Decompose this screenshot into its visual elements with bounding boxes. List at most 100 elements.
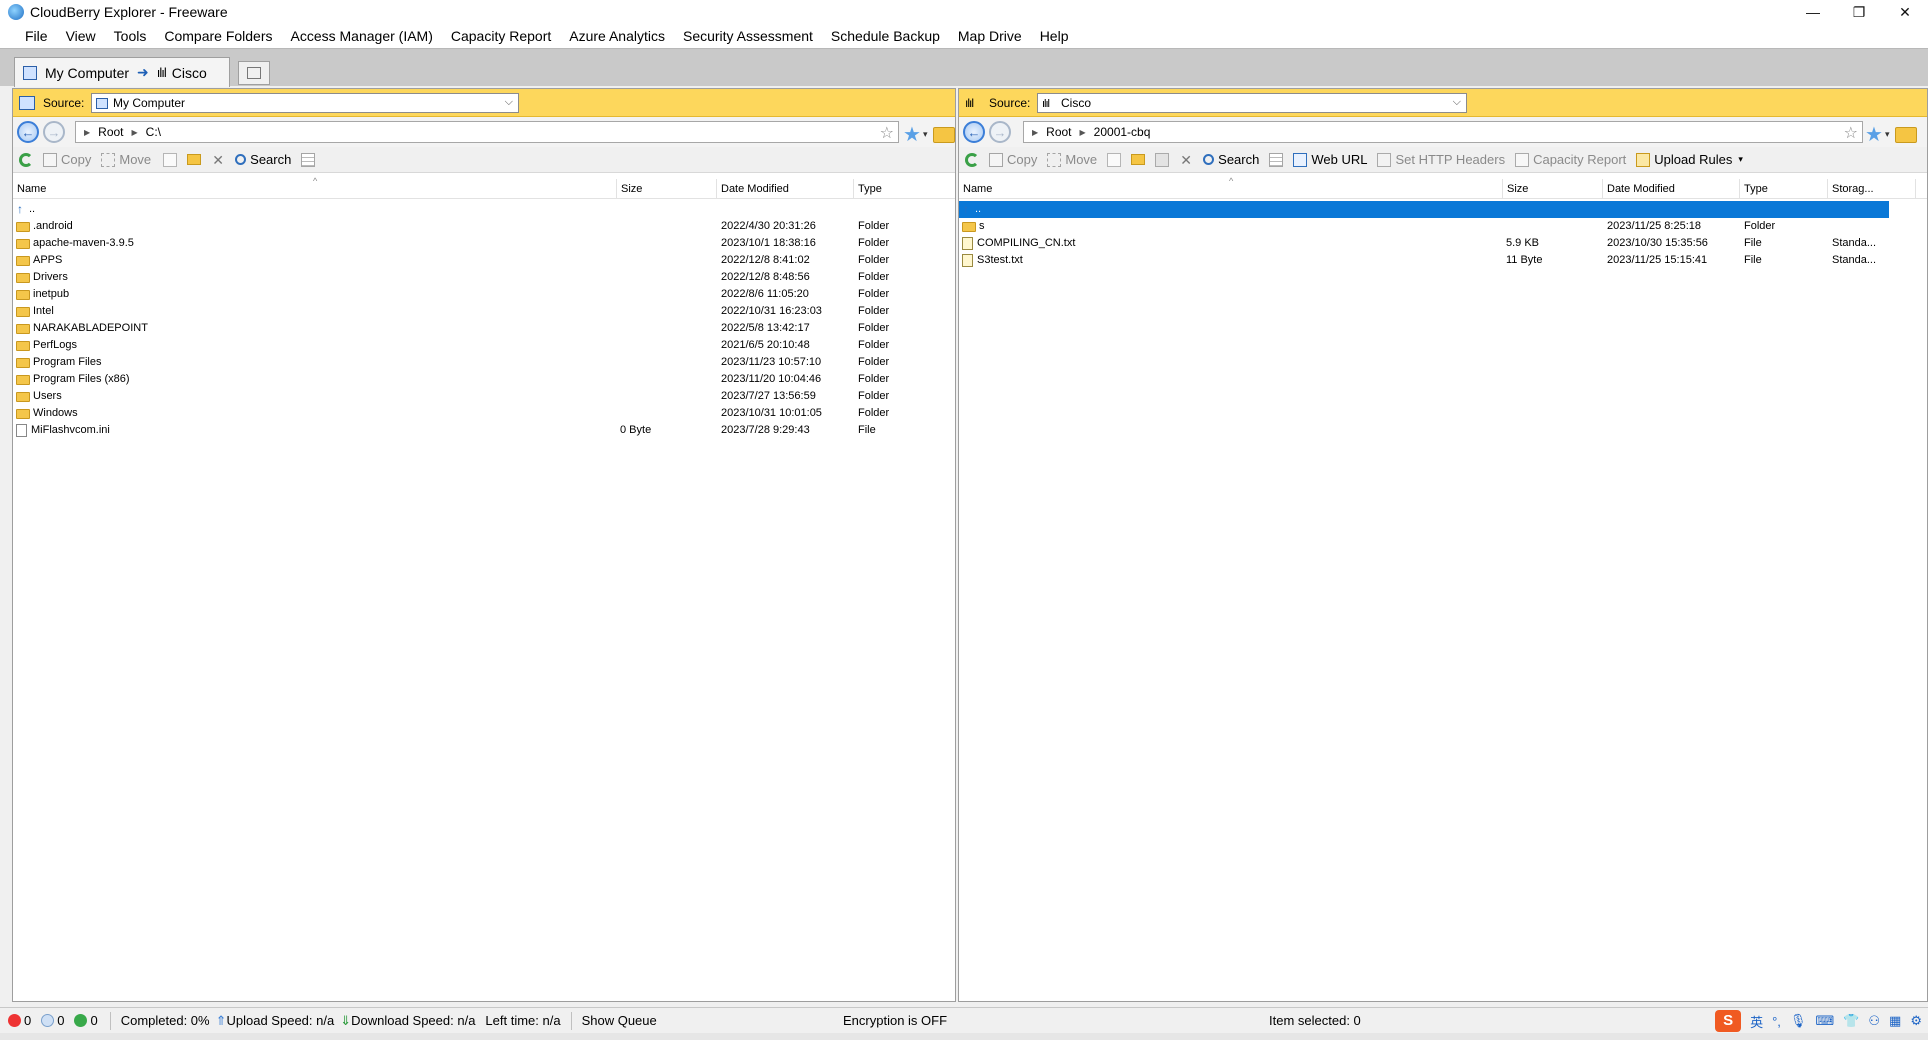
toolbox-icon[interactable]: ⚇ — [1868, 1013, 1880, 1029]
rename-button[interactable] — [163, 152, 181, 167]
row-size — [620, 269, 716, 286]
breadcrumb-root[interactable]: Root — [1046, 125, 1071, 139]
menu-view[interactable]: View — [57, 24, 105, 48]
archive-button[interactable] — [1155, 152, 1173, 167]
keyboard-icon[interactable]: ⌨ — [1815, 1013, 1834, 1029]
column-type[interactable]: Type — [854, 179, 944, 199]
back-button[interactable]: ← — [17, 121, 39, 143]
search-button[interactable]: Search — [235, 152, 291, 167]
table-row[interactable]: APPS 2022/12/8 8:41:02 Folder — [13, 252, 955, 269]
path-breadcrumb[interactable]: ▶ Root ▶ 20001-cbq ☆ — [1023, 121, 1863, 143]
skin-icon[interactable]: 👕 — [1843, 1013, 1859, 1029]
delete-button[interactable]: ✕ — [211, 153, 229, 167]
breadcrumb-bucket[interactable]: 20001-cbq — [1094, 125, 1151, 139]
punctuation-icon[interactable]: °, — [1772, 1014, 1781, 1029]
menu-compare-folders[interactable]: Compare Folders — [155, 24, 281, 48]
column-size[interactable]: Size — [1503, 179, 1603, 199]
table-row[interactable]: PerfLogs 2021/6/5 20:10:48 Folder — [13, 337, 955, 354]
table-row[interactable]: s 2023/11/25 8:25:18 Folder — [959, 218, 1927, 235]
table-row[interactable]: Users 2023/7/27 13:56:59 Folder — [13, 388, 955, 405]
table-row[interactable]: .android 2022/4/30 20:31:26 Folder — [13, 218, 955, 235]
menu-file[interactable]: File — [16, 24, 57, 48]
chevron-down-icon[interactable]: ▾ — [923, 129, 928, 140]
path-breadcrumb[interactable]: ▶ Root ▶ C:\ ☆ — [75, 121, 899, 143]
ime-language[interactable]: 英 — [1750, 1012, 1763, 1031]
copy-button[interactable]: Copy — [43, 152, 91, 167]
upload-rules-button[interactable]: Upload Rules ▾ — [1636, 152, 1743, 167]
open-folder-icon[interactable] — [1895, 126, 1918, 143]
refresh-button[interactable] — [19, 152, 37, 167]
open-folder-icon[interactable] — [933, 126, 956, 143]
menu-help[interactable]: Help — [1031, 24, 1078, 48]
table-row[interactable]: Intel 2022/10/31 16:23:03 Folder — [13, 303, 955, 320]
headers-icon — [1377, 152, 1392, 167]
menu-map-drive[interactable]: Map Drive — [949, 24, 1031, 48]
table-row[interactable]: S3test.txt 11 Byte 2023/11/25 15:15:41 File… — [959, 252, 1927, 269]
error-icon[interactable] — [8, 1014, 21, 1027]
capacity-report-button[interactable]: Capacity Report — [1515, 152, 1626, 167]
column-size[interactable]: Size — [617, 179, 717, 199]
favorites-icon[interactable]: ★ — [903, 122, 921, 147]
copy-button[interactable]: Copy — [989, 152, 1037, 167]
source-select[interactable]: ılıl Cisco ⌵ — [1037, 93, 1467, 113]
properties-button[interactable] — [301, 152, 319, 167]
menu-access-manager[interactable]: Access Manager (IAM) — [282, 24, 442, 48]
close-button[interactable]: ✕ — [1882, 0, 1928, 24]
minimize-button[interactable]: — — [1790, 0, 1836, 24]
table-row[interactable]: Windows 2023/10/31 10:01:05 Folder — [13, 405, 955, 422]
breadcrumb-drive[interactable]: C:\ — [146, 125, 161, 139]
ime-logo-icon[interactable]: S — [1715, 1010, 1742, 1032]
move-button[interactable]: Move — [101, 152, 151, 167]
refresh-button[interactable] — [965, 152, 983, 167]
chevron-down-icon[interactable]: ▾ — [1885, 129, 1890, 140]
rename-button[interactable] — [1107, 152, 1125, 167]
column-date-modified[interactable]: Date Modified — [1603, 179, 1740, 199]
star-icon[interactable]: ☆ — [880, 123, 894, 143]
menu-schedule-backup[interactable]: Schedule Backup — [822, 24, 949, 48]
menu-tools[interactable]: Tools — [105, 24, 156, 48]
move-icon — [101, 152, 116, 167]
settings-icon[interactable]: ⚙ — [1910, 1013, 1922, 1029]
running-icon[interactable] — [74, 1014, 88, 1027]
parent-folder-row[interactable]: ↑.. — [959, 201, 1889, 218]
microphone-icon[interactable]: 🎙 — [1790, 1013, 1807, 1029]
table-row[interactable]: Program Files 2023/11/23 10:57:10 Folder — [13, 354, 955, 371]
queued-icon[interactable] — [41, 1014, 55, 1027]
back-button[interactable]: ← — [963, 121, 985, 143]
properties-button[interactable] — [1269, 152, 1287, 167]
restore-button[interactable]: ❐ — [1836, 0, 1882, 24]
column-date-modified[interactable]: Date Modified — [717, 179, 854, 199]
table-row[interactable]: Program Files (x86) 2023/11/20 10:04:46 Fo… — [13, 371, 955, 388]
column-type[interactable]: Type — [1740, 179, 1828, 199]
search-button[interactable]: Search — [1203, 152, 1259, 167]
show-queue-link[interactable]: Show Queue — [582, 1013, 657, 1028]
forward-button[interactable]: → — [43, 121, 65, 143]
move-button[interactable]: Move — [1047, 152, 1097, 167]
session-tab[interactable]: My Computer ➜ ılıl Cisco — [14, 57, 230, 87]
parent-folder-row[interactable]: ↑.. — [13, 201, 955, 218]
menu-security-assessment[interactable]: Security Assessment — [674, 24, 822, 48]
grid-icon[interactable]: ▦ — [1889, 1013, 1901, 1029]
breadcrumb-root[interactable]: Root — [98, 125, 123, 139]
column-storage-class[interactable]: Storag... — [1828, 179, 1916, 199]
star-icon[interactable]: ☆ — [1844, 123, 1858, 143]
source-select[interactable]: My Computer ⌵ — [91, 93, 519, 113]
new-folder-button[interactable] — [187, 154, 205, 165]
web-url-button[interactable]: Web URL — [1293, 152, 1367, 167]
set-http-headers-button[interactable]: Set HTTP Headers — [1377, 152, 1505, 167]
table-row[interactable]: Drivers 2022/12/8 8:48:56 Folder — [13, 269, 955, 286]
forward-button[interactable]: → — [989, 121, 1011, 143]
source-label: Source: — [43, 95, 85, 110]
table-row[interactable]: apache-maven-3.9.5 2023/10/1 18:38:16 Fold… — [13, 235, 955, 252]
table-row[interactable]: MiFlashvcom.ini 0 Byte 2023/7/28 9:29:43 Fi… — [13, 422, 955, 439]
favorites-icon[interactable]: ★ — [1865, 122, 1883, 147]
source-bar: Source: My Computer ⌵ — [13, 89, 955, 117]
table-row[interactable]: NARAKABLADEPOINT 2022/5/8 13:42:17 Folder — [13, 320, 955, 337]
menu-capacity-report[interactable]: Capacity Report — [442, 24, 560, 48]
delete-button[interactable]: ✕ — [1179, 153, 1197, 167]
table-row[interactable]: inetpub 2022/8/6 11:05:20 Folder — [13, 286, 955, 303]
new-tab-button[interactable] — [238, 61, 270, 85]
new-folder-button[interactable] — [1131, 154, 1149, 165]
menu-azure-analytics[interactable]: Azure Analytics — [560, 24, 674, 48]
table-row[interactable]: COMPILING_CN.txt 5.9 KB 2023/10/30 15:35:5… — [959, 235, 1927, 252]
